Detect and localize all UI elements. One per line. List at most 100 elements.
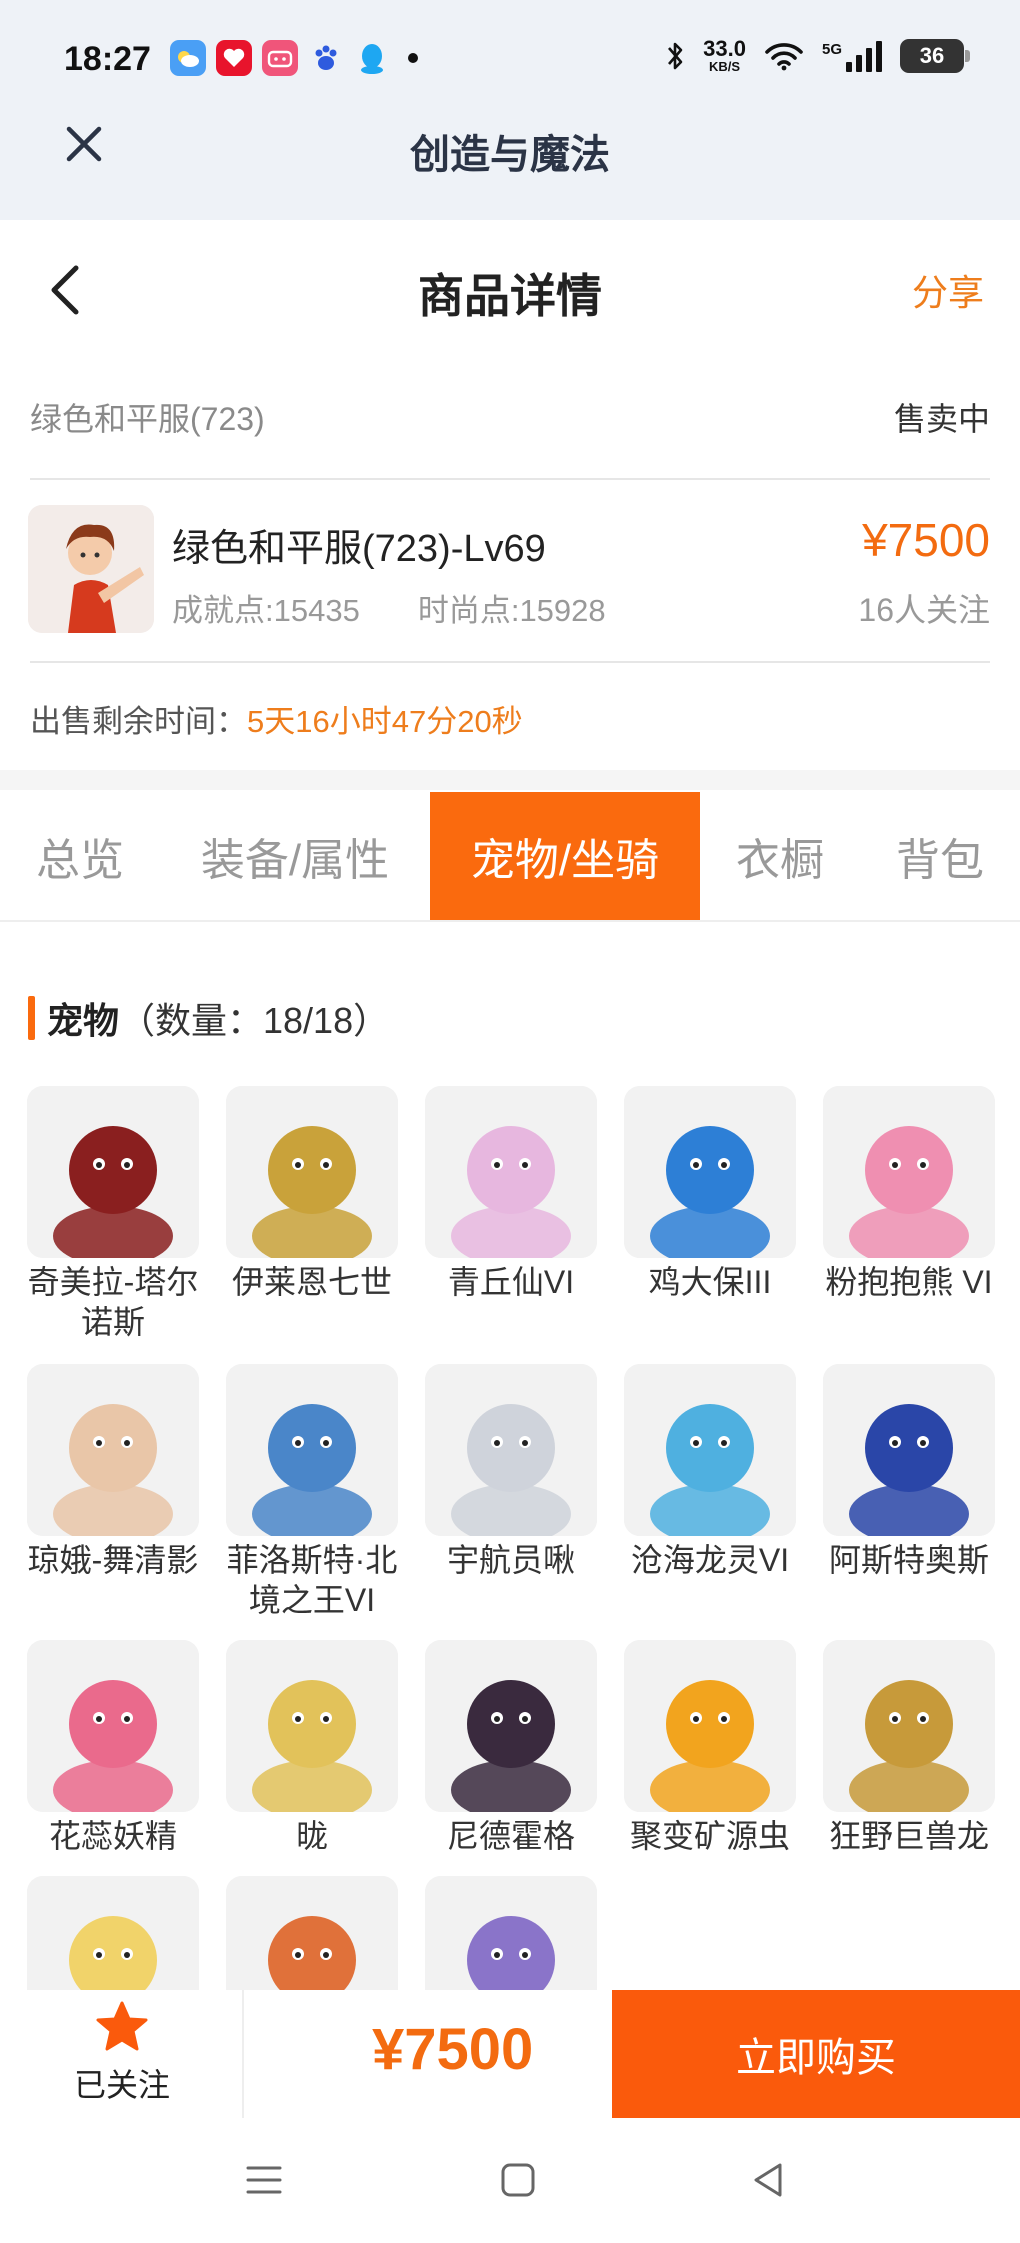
pet-image [624,1364,796,1536]
system-nav-bar [0,2118,1020,2243]
pet-name: 狂野巨兽龙 [828,1818,989,1854]
remaining-time: 出售剩余时间：5天16小时47分20秒 [30,696,523,741]
section-accent-bar [28,996,35,1040]
pet-image [27,1086,199,1258]
notification-icons [170,40,418,76]
remaining-value: 5天16小时47分20秒 [247,704,523,739]
pet-name: 青丘仙VI [447,1264,575,1300]
followers-count: 16人关注 [858,592,990,628]
character-avatar [28,505,154,633]
achievement-points: 成就点:15435 [172,593,360,628]
pet-item[interactable]: 花蕊妖精 [27,1640,199,1856]
tab-equipment[interactable]: 装备/属性 [180,792,410,920]
pet-item[interactable]: 宇航员啾 [425,1364,597,1580]
pet-name: 阿斯特奥斯 [828,1542,989,1578]
pet-name: 花蕊妖精 [48,1818,177,1854]
menu-icon[interactable] [242,2158,286,2202]
wifi-icon [765,42,803,70]
pet-item[interactable]: 青丘仙VI [425,1086,597,1302]
pet-image [226,1364,398,1536]
baidu-icon [308,40,344,76]
network-speed: 33.0 KB/S [703,36,746,74]
bilibili-icon [262,40,298,76]
tab-wardrobe[interactable]: 衣橱 [720,792,840,920]
tab-overview[interactable]: 总览 [20,792,140,920]
pet-item[interactable]: 沧海龙灵VI [624,1364,796,1580]
pet-image [823,1086,995,1258]
pet-item[interactable]: 聚变矿源虫 [624,1640,796,1856]
pet-item[interactable]: 粉抱抱熊 VI [823,1086,995,1302]
section-separator [0,770,1020,790]
divider [30,661,990,663]
bottom-price: ¥7500 [372,2017,534,2082]
pet-name: 沧海龙灵VI [630,1542,790,1578]
pet-name: 昽 [295,1818,328,1854]
remaining-label: 出售剩余时间： [30,704,247,739]
pet-image [226,1640,398,1812]
status-time: 18:27 [64,40,151,78]
pet-name: 聚变矿源虫 [629,1818,790,1854]
pets-title: 宠物 [47,1000,120,1041]
cellular-signal-icon: 5G [822,40,882,72]
pet-image [425,1364,597,1536]
server-row: 绿色和平服(723) 售卖中 [30,386,990,446]
character-points: 成就点:15435 时尚点:15928 [172,585,606,630]
pet-name: 尼德霍格 [446,1818,575,1854]
bottom-action-bar: 已关注 ¥7500 立即购买 [0,1990,1020,2118]
pet-image [27,1640,199,1812]
pet-name: 粉抱抱熊 VI [825,1264,993,1300]
pet-item[interactable]: 琼娥-舞清影 [27,1364,199,1580]
pet-item[interactable]: 奇美拉-塔尔诺斯 [27,1086,199,1342]
home-square-icon[interactable] [496,2158,540,2202]
status-indicators: 33.0 KB/S 5G 36 [665,36,970,74]
character-name: 绿色和平服(723)-Lv69 [172,528,546,570]
page-title: 商品详情 [418,270,602,322]
pets-section-title: 宠物 （数量：18/18） [28,996,389,1041]
follow-button[interactable]: 已关注 [0,1990,244,2118]
tab-pets-mounts[interactable]: 宠物/坐骑 [430,792,700,920]
pet-image [823,1640,995,1812]
buy-now-button[interactable]: 立即购买 [612,1990,1020,2118]
pet-name: 菲洛斯特·北境之王VI [226,1542,398,1618]
sale-status: 售卖中 [893,401,990,437]
bluetooth-icon [668,42,683,69]
star-icon [96,2001,148,2051]
qq-icon [354,40,390,76]
pet-item[interactable]: 伊莱恩七世 [226,1086,398,1302]
share-button[interactable]: 分享 [912,264,984,316]
app-title: 创造与魔法 [410,133,610,177]
follow-label: 已关注 [73,2067,170,2103]
pet-image [27,1364,199,1536]
pet-item[interactable]: 菲洛斯特·北境之王VI [226,1364,398,1620]
tab-backpack[interactable]: 背包 [880,792,1000,920]
pet-item[interactable]: 阿斯特奥斯 [823,1364,995,1580]
pet-item[interactable]: 尼德霍格 [425,1640,597,1856]
server-name: 绿色和平服(723) [30,401,265,437]
battery-indicator: 36 [900,38,970,73]
pet-name: 琼娥-舞清影 [27,1542,199,1578]
pet-name: 鸡大保III [648,1264,772,1300]
health-app-icon [216,40,252,76]
pet-image [425,1640,597,1812]
pet-item[interactable]: 狂野巨兽龙 [823,1640,995,1856]
pet-image [226,1086,398,1258]
pet-item[interactable]: 昽 [226,1640,398,1856]
status-bar: 18:27 33.0 KB/S 5G 36 [0,28,1020,92]
character-card[interactable]: 绿色和平服(723)-Lv69 成就点:15435 时尚点:15928 ¥750… [28,505,990,635]
pet-name: 奇美拉-塔尔诺斯 [27,1264,199,1340]
pet-name: 伊莱恩七世 [231,1264,392,1300]
fashion-points: 时尚点:15928 [417,593,606,628]
more-notifications-dot [408,53,418,63]
character-price: ¥7500 [862,514,990,566]
app-top-area: 18:27 33.0 KB/S 5G 36 创造与魔法 [0,0,1020,220]
back-triangle-icon[interactable] [746,2158,790,2202]
tab-bar: 总览 装备/属性 宠物/坐骑 衣橱 背包 [0,792,1020,922]
pet-item[interactable]: 鸡大保III [624,1086,796,1302]
detail-header: 商品详情 分享 [0,220,1020,350]
pet-name: 宇航员啾 [446,1542,575,1578]
pet-image [823,1364,995,1536]
weather-icon [170,40,206,76]
pet-image [624,1640,796,1812]
pets-count: （数量：18/18） [119,1000,390,1041]
pet-image [425,1086,597,1258]
